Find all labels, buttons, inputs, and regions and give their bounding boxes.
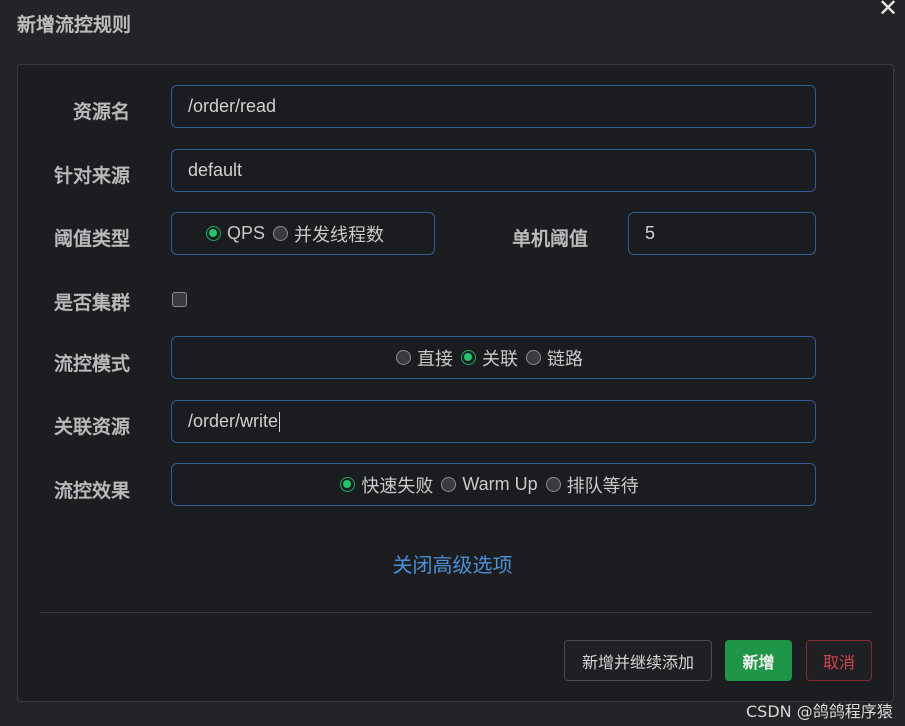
radio-warm-up-label: Warm Up <box>462 474 538 494</box>
threshold-type-label: 阈值类型 <box>53 228 130 250</box>
radio-relate-label: 关联 <box>482 348 518 369</box>
ref-resource-value: /order/write <box>188 411 279 431</box>
radio-threads-dot[interactable] <box>273 226 289 241</box>
flow-mode-group: 直接 关联 链路 <box>171 336 816 379</box>
radio-relate-dot[interactable] <box>461 350 476 365</box>
text-caret <box>279 411 281 432</box>
radio-qps-label: QPS <box>227 223 266 243</box>
ref-resource-label: 关联资源 <box>53 416 130 438</box>
radio-chain[interactable]: 链路 <box>526 345 583 371</box>
threshold-label: 单机阈值 <box>511 228 588 250</box>
radio-relate[interactable]: 关联 <box>461 345 518 371</box>
threshold-input[interactable]: 5 <box>628 212 816 255</box>
cancel-button[interactable]: 取消 <box>806 640 872 681</box>
radio-fail-fast-dot[interactable] <box>340 477 356 492</box>
radio-fail-fast[interactable]: 快速失败 <box>340 472 433 498</box>
resource-label: 资源名 <box>72 101 130 123</box>
watermark: CSDN @鸽鸽程序猿 <box>746 702 893 721</box>
radio-threads[interactable]: 并发线程数 <box>273 221 384 247</box>
radio-queue[interactable]: 排队等待 <box>545 472 639 498</box>
close-icon[interactable]: ✕ <box>878 0 898 20</box>
radio-queue-label: 排队等待 <box>566 475 639 496</box>
radio-warm-up[interactable]: Warm Up <box>441 474 538 495</box>
origin-input[interactable]: default <box>171 149 816 192</box>
threshold-type-group: QPS 并发线程数 <box>171 212 435 255</box>
radio-fail-fast-label: 快速失败 <box>361 475 434 496</box>
dialog-title: 新增流控规则 <box>17 14 132 36</box>
radio-qps[interactable]: QPS <box>206 223 265 244</box>
footer-divider <box>40 612 872 613</box>
ref-resource-input[interactable]: /order/write <box>171 400 816 443</box>
radio-direct-label: 直接 <box>417 348 453 369</box>
cluster-checkbox[interactable] <box>172 292 187 307</box>
cluster-label: 是否集群 <box>53 292 130 314</box>
radio-chain-label: 链路 <box>547 348 583 369</box>
effect-group: 快速失败 Warm Up 排队等待 <box>171 463 816 506</box>
radio-queue-dot[interactable] <box>545 477 561 492</box>
add-and-continue-button[interactable]: 新增并继续添加 <box>564 640 712 681</box>
toggle-advanced-link[interactable]: 关闭高级选项 <box>0 549 905 578</box>
radio-direct-dot[interactable] <box>396 350 411 365</box>
radio-threads-label: 并发线程数 <box>294 224 385 245</box>
radio-chain-dot[interactable] <box>526 350 541 365</box>
radio-direct[interactable]: 直接 <box>396 345 453 371</box>
origin-label: 针对来源 <box>53 165 130 187</box>
radio-warm-up-dot[interactable] <box>441 477 457 492</box>
flow-mode-label: 流控模式 <box>53 353 130 375</box>
add-button[interactable]: 新增 <box>725 640 792 681</box>
radio-qps-dot[interactable] <box>206 226 221 241</box>
resource-input[interactable]: /order/read <box>171 85 816 128</box>
effect-label: 流控效果 <box>53 480 130 502</box>
